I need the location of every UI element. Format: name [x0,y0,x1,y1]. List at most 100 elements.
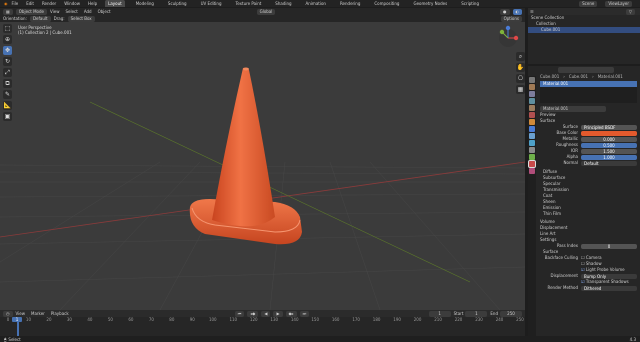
view-layer-selector[interactable]: ViewLayer [605,0,632,7]
displacement-dropdown[interactable]: Bump Only [581,273,637,279]
end-frame-field[interactable]: 250 [500,310,522,317]
menu-add[interactable]: Add [84,9,92,14]
material-name-field[interactable]: Material.001 [540,105,606,112]
base-color-swatch[interactable] [581,130,637,136]
menu-file[interactable]: File [12,1,19,6]
metallic-slider[interactable]: 0.000 [581,136,637,142]
object-tab-icon[interactable] [529,119,535,125]
constraints-tab-icon[interactable] [529,147,535,153]
add-cube-tool-icon[interactable]: ▣ [3,112,12,121]
menu-window[interactable]: Window [64,1,80,6]
frame-tick-label: 100 [208,317,217,322]
rotate-tool-icon[interactable]: ↻ [3,57,12,66]
tab-uv-editing[interactable]: UV Editing [198,0,225,7]
menu-render[interactable]: Render [42,1,56,6]
frame-tick-label: 70 [148,317,154,322]
timeline-menu-view[interactable]: View [16,311,26,316]
navigation-gizmo [499,25,519,47]
orientation-dropdown[interactable]: Default [29,15,51,22]
timeline-menu-playback[interactable]: Playback [51,311,69,316]
data-tab-icon[interactable] [529,154,535,160]
render-method-dropdown[interactable]: Dithered [581,285,637,291]
zoom-icon[interactable]: ⌕ [516,52,525,61]
output-tab-icon[interactable] [529,91,535,97]
cursor-tool-icon[interactable]: ⊕ [3,35,12,44]
frame-tick-label: 240 [495,317,504,322]
blender-logo-icon[interactable]: ◉ [4,1,8,6]
outliner-cube[interactable]: Cube.001 [528,27,640,33]
pass-index-field[interactable]: 0 [581,243,637,249]
measure-tool-icon[interactable]: 📐 [3,101,12,110]
prev-keyframe-icon[interactable]: ◂◆ [247,310,259,317]
material-slot-item[interactable]: Material.001 [540,81,637,87]
tab-shading[interactable]: Shading [272,0,294,7]
timeline-editor-icon[interactable]: ◷ [3,310,13,317]
tab-sculpting[interactable]: Sculpting [165,0,190,7]
view-layer-tab-icon[interactable] [529,98,535,104]
physics-tab-icon[interactable] [529,140,535,146]
properties-panel: Cube.001 › Cube.001 › Material.001 Materia… [528,66,640,342]
playhead-label[interactable]: 1 [12,317,22,322]
current-frame-field[interactable]: 1 [428,310,451,317]
next-keyframe-icon[interactable]: ◆▸ [285,310,297,317]
outliner-filter-icon[interactable]: ▽ [625,8,635,15]
tool-tab-icon[interactable] [529,77,535,83]
particles-tab-icon[interactable] [529,133,535,139]
move-tool-icon[interactable]: ✥ [3,46,12,55]
tab-layout[interactable]: Layout [105,0,125,7]
menu-help[interactable]: Help [88,1,97,6]
3d-viewport[interactable]: User Perspective (1) Collection 2 | Cube… [0,22,525,310]
timeline-menu-marker[interactable]: Marker [31,311,45,316]
transform-orientation-dropdown[interactable]: Global [256,8,276,15]
scale-tool-icon[interactable]: ⤢ [3,68,12,77]
drag-dropdown[interactable]: Select Box [67,15,95,22]
start-frame-field[interactable]: 1 [465,310,488,317]
jump-end-icon[interactable]: ⏭ [299,310,310,317]
select-tool-icon[interactable]: ⬚ [3,24,12,33]
play-icon[interactable]: ▶ [273,310,283,317]
menu-object[interactable]: Object [98,9,111,14]
pan-hand-icon[interactable]: ✋ [516,63,525,72]
shading-solid-button[interactable]: ● [500,8,510,15]
properties-search-input[interactable] [558,66,614,73]
menu-select[interactable]: Select [65,9,77,14]
material-tab-icon[interactable] [528,160,536,168]
tab-compositing[interactable]: Compositing [371,0,402,7]
tab-animation[interactable]: Animation [303,0,329,7]
annotate-tool-icon[interactable]: ✎ [3,90,12,99]
frame-tick-label: 210 [434,317,442,322]
menu-view[interactable]: View [50,9,60,14]
tab-geometry-nodes[interactable]: Geometry Nodes [410,0,450,7]
jump-start-icon[interactable]: ⏮ [234,310,245,317]
mode-dropdown[interactable]: Object Mode [15,8,47,15]
ior-field[interactable]: 1.500 [581,148,637,154]
transparent-shadows-checkbox[interactable]: ☑ Transparent Shadows [581,279,629,285]
scene-selector[interactable]: Scene [579,0,598,7]
normal-field[interactable]: Default [581,160,637,166]
y-axis-line [89,101,471,283]
options-dropdown[interactable]: Options [500,15,522,22]
shading-material-button[interactable]: ◐ [512,8,522,15]
menu-edit[interactable]: Edit [26,1,34,6]
outliner-editor-icon[interactable]: ☰ [530,9,534,14]
modifier-tab-icon[interactable] [529,126,535,132]
scene-tab-icon[interactable] [529,105,535,111]
alpha-slider[interactable]: 1.000 [581,154,637,160]
roughness-slider[interactable]: 0.500 [581,142,637,148]
tab-modeling[interactable]: Modeling [133,0,157,7]
tab-scripting[interactable]: Scripting [458,0,482,7]
render-tab-icon[interactable] [529,84,535,90]
texture-tab-icon[interactable] [529,168,535,174]
grid-icon[interactable]: ▦ [516,85,525,94]
play-reverse-icon[interactable]: ◀ [261,310,271,317]
surface-shader-field[interactable]: Principled BSDF [581,124,637,130]
world-tab-icon[interactable] [529,112,535,118]
frame-tick-label: 230 [475,317,483,322]
transform-tool-icon[interactable]: ⧉ [3,79,12,88]
light-probe-checkbox[interactable]: ☑ Light Probe Volume [581,267,625,273]
timeline-ruler[interactable]: 0 10 20 30 40 50 60 70 80 90 100 110 120 130 140 150 160… [0,317,525,323]
tab-texture-paint[interactable]: Texture Paint [232,0,264,7]
editor-type-button[interactable]: ▦ [3,8,13,15]
camera-icon[interactable]: ⎔ [516,74,525,83]
tab-rendering[interactable]: Rendering [337,0,363,7]
